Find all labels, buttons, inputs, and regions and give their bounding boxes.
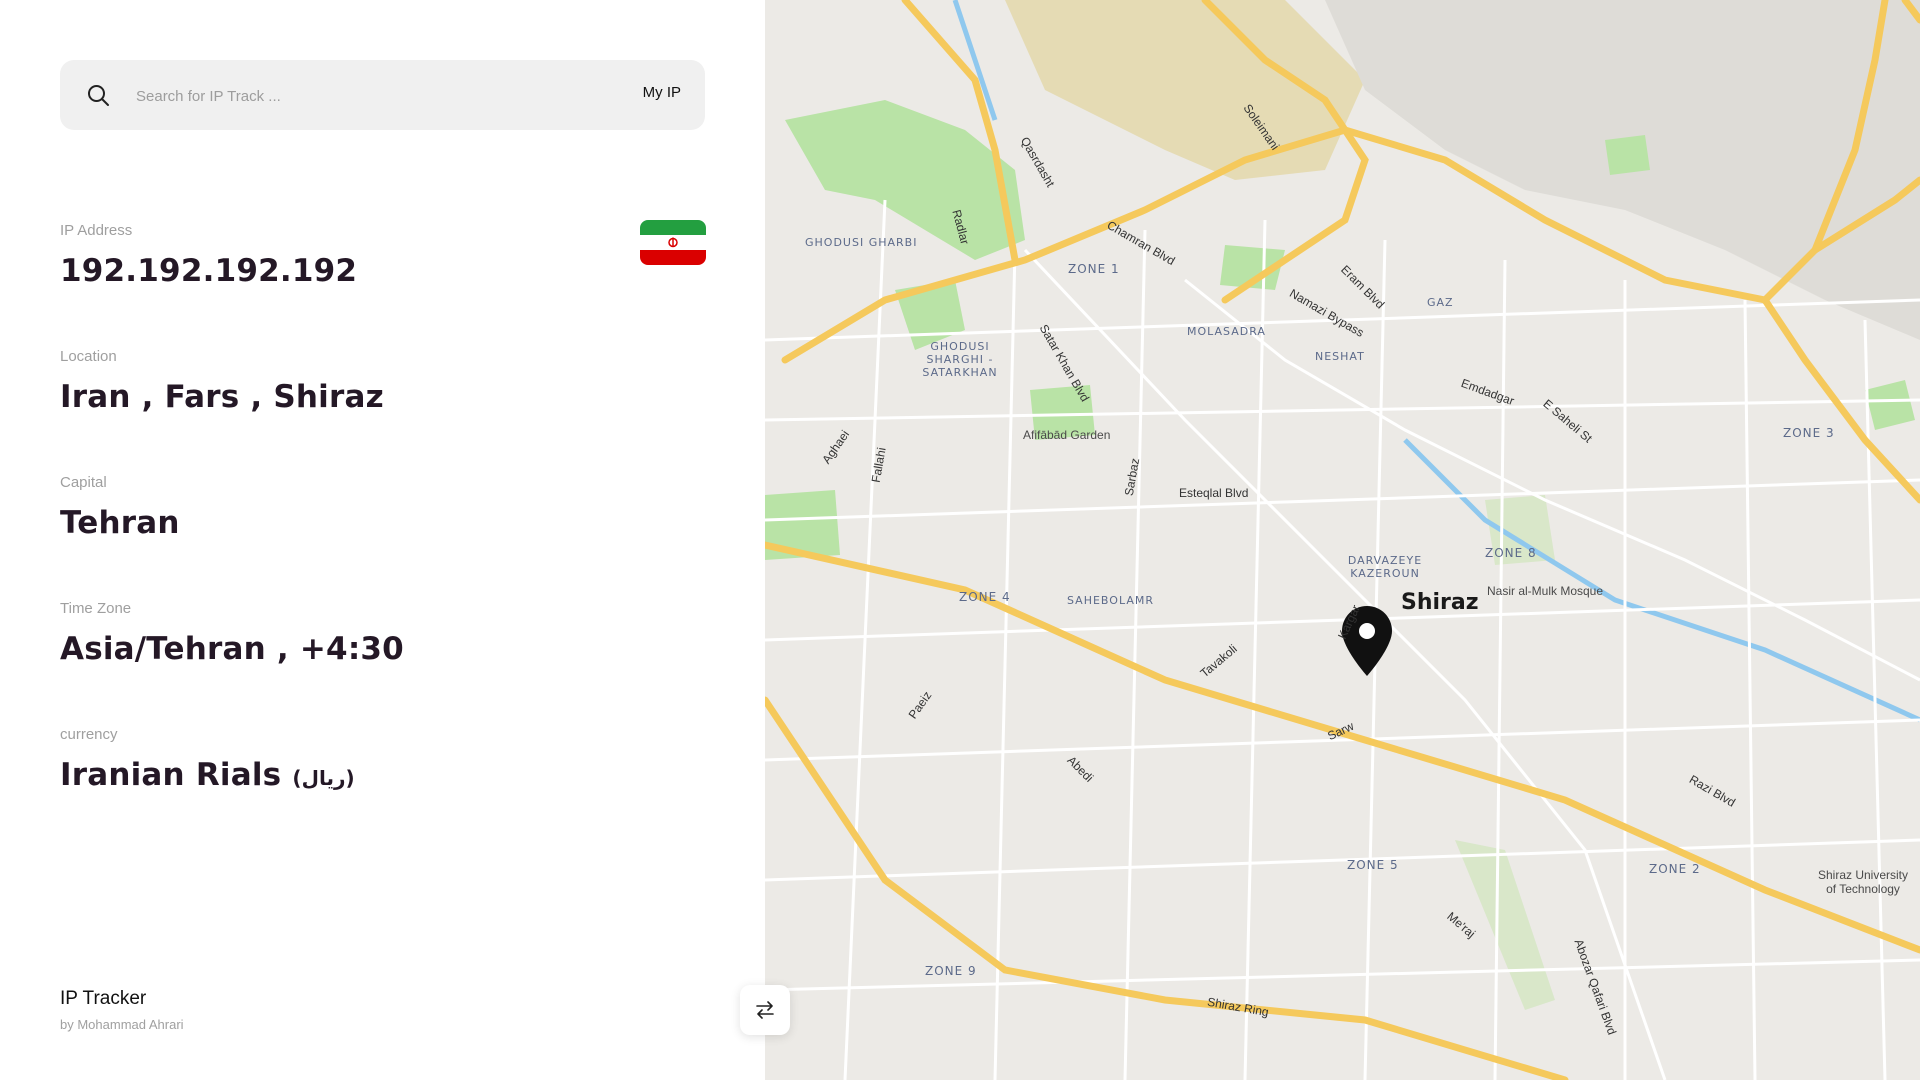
map-city-label: Shiraz [1401, 590, 1479, 615]
park-area [1605, 135, 1650, 175]
panel-toggle-button[interactable] [740, 985, 790, 1035]
currency-section: currency Iranian Rials (ریال) [60, 726, 355, 793]
timezone-section: Time Zone Asia/Tehran , +4:30 [60, 600, 404, 667]
swap-arrows-icon [756, 1001, 774, 1019]
map-canvas [765, 0, 1920, 1080]
app-author: by Mohammad Ahrari [60, 1017, 184, 1032]
currency-native: (ریال) [292, 766, 355, 790]
map-poi-label: Nasir al-Mulk Mosque [1487, 584, 1604, 598]
sidebar: My IP IP Address 192.192.192.192 Locatio… [0, 0, 765, 1080]
location-value: Iran , Fars , Shiraz [60, 379, 384, 415]
my-ip-button[interactable]: My IP [643, 84, 681, 101]
map-poi-label: Shiraz University of Technology [1817, 868, 1909, 896]
map-district-label: DARVAZEYE KAZEROUN [1347, 554, 1423, 580]
currency-label: currency [60, 726, 118, 743]
app-title: IP Tracker [60, 988, 147, 1009]
map-district-label: GAZ [1427, 296, 1454, 309]
capital-label: Capital [60, 474, 107, 491]
ip-address-label: IP Address [60, 222, 133, 239]
map-zone-label: ZONE 1 [1068, 262, 1120, 276]
map-zone-label: ZONE 8 [1485, 546, 1537, 560]
capital-value: Tehran [60, 505, 180, 541]
capital-section: Capital Tehran [60, 474, 180, 541]
timezone-value: Asia/Tehran , +4:30 [60, 631, 404, 667]
map-zone-label: ZONE 5 [1347, 858, 1399, 872]
map-district-label: NESHAT [1315, 350, 1365, 363]
timezone-label: Time Zone [60, 600, 132, 617]
search-bar: My IP [60, 60, 705, 130]
map-zone-label: ZONE 9 [925, 964, 977, 978]
map-zone-label: ZONE 3 [1783, 426, 1835, 440]
search-icon[interactable] [86, 83, 110, 107]
map-road-label: Esteqlal Blvd [1179, 486, 1249, 500]
map-zone-label: ZONE 2 [1649, 862, 1701, 876]
currency-value-row: Iranian Rials (ریال) [60, 757, 355, 793]
location-label: Location [60, 348, 117, 365]
ip-address-value: 192.192.192.192 [60, 253, 358, 289]
map-district-label: GHODUSI GHARBI [805, 236, 918, 249]
ip-address-section: IP Address 192.192.192.192 [60, 222, 357, 289]
currency-value: Iranian Rials [60, 757, 282, 793]
search-input[interactable] [134, 75, 568, 117]
map-district-label: SAHEBOLAMR [1067, 594, 1154, 607]
map-zone-label: ZONE 4 [959, 590, 1011, 604]
map-district-label: MOLASADRA [1187, 325, 1266, 338]
map-district-label: GHODUSI SHARGHI - SATARKHAN [922, 340, 998, 379]
map-view[interactable]: Shiraz ZONE 1 ZONE 3 ZONE 4 ZONE 8 ZONE … [765, 0, 1920, 1080]
iran-flag-icon [640, 220, 706, 265]
location-section: Location Iran , Fars , Shiraz [60, 348, 384, 415]
map-poi-label: Afifābād Garden [1023, 428, 1111, 442]
